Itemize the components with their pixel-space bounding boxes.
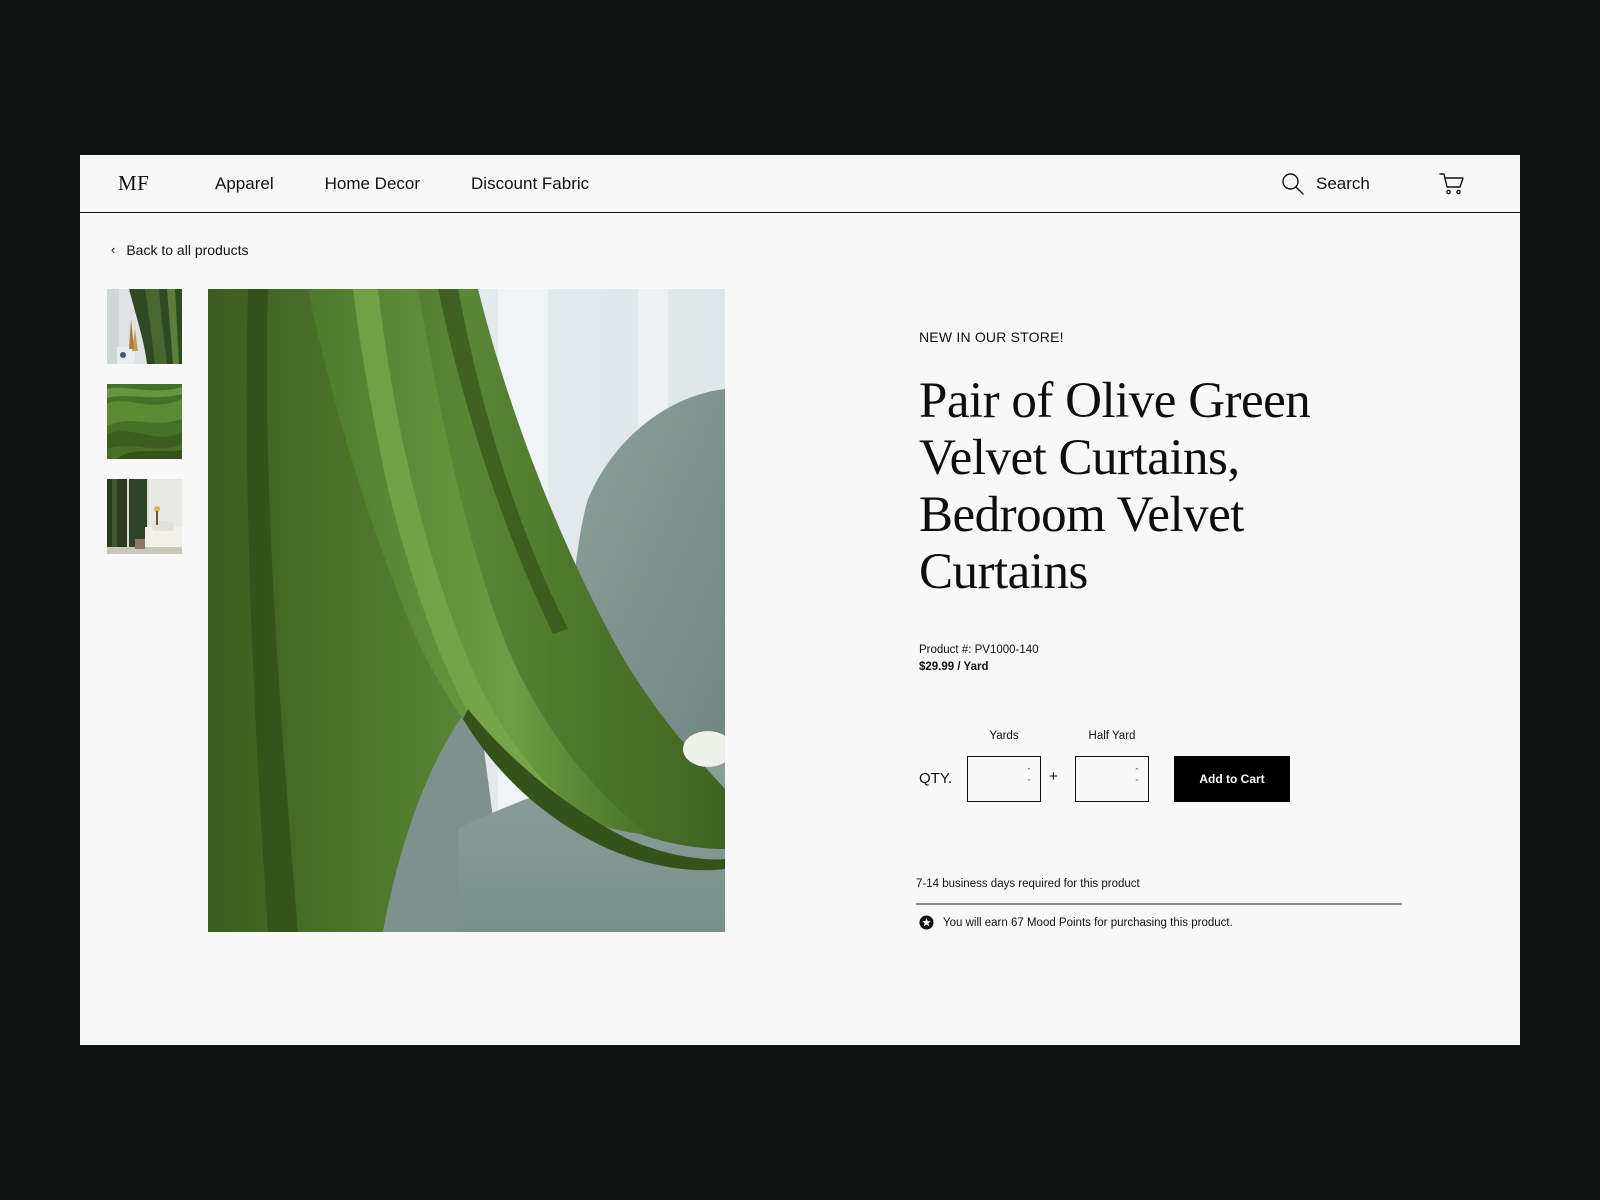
logo[interactable]: MF xyxy=(118,171,149,196)
chevron-down-icon[interactable]: ˇ xyxy=(1024,778,1034,789)
plus-sign: + xyxy=(1049,768,1058,785)
half-yard-input[interactable] xyxy=(1076,757,1136,800)
curtain-room-thumbnail-image xyxy=(107,289,182,364)
qty-label: QTY. xyxy=(919,770,953,787)
product-title: Pair of Olive Green Velvet Curtains, Bed… xyxy=(919,373,1311,600)
living-room-thumbnail-image xyxy=(107,479,182,554)
velvet-curtain-image xyxy=(208,289,725,932)
yards-stepper[interactable]: ˆ ˇ xyxy=(967,756,1041,802)
search-button[interactable]: Search xyxy=(1281,172,1370,196)
star-badge-icon xyxy=(919,915,934,930)
new-badge: NEW IN OUR STORE! xyxy=(919,329,1064,345)
thumbnail-3[interactable] xyxy=(107,479,182,554)
search-icon xyxy=(1282,173,1304,195)
mood-points-note: You will earn 67 Mood Points for purchas… xyxy=(919,915,1233,930)
half-yard-stepper-arrows: ˆ ˇ xyxy=(1132,767,1142,789)
back-to-products-link[interactable]: ‹ Back to all products xyxy=(111,241,249,259)
lead-time-note: 7-14 business days required for this pro… xyxy=(916,878,1140,890)
velvet-closeup-thumbnail-image xyxy=(107,384,182,459)
divider xyxy=(916,903,1402,905)
yards-stepper-arrows: ˆ ˇ xyxy=(1024,767,1034,789)
search-label: Search xyxy=(1316,174,1370,193)
yards-caption: Yards xyxy=(989,730,1019,742)
mood-points-text: You will earn 67 Mood Points for purchas… xyxy=(943,916,1233,929)
main-product-image[interactable] xyxy=(208,289,725,932)
nav-item-home-decor[interactable]: Home Decor xyxy=(325,174,420,194)
product-sku: Product #: PV1000-140 xyxy=(919,644,1039,656)
nav-item-apparel[interactable]: Apparel xyxy=(215,174,274,194)
yards-input[interactable] xyxy=(968,757,1028,800)
chevron-up-icon[interactable]: ˆ xyxy=(1132,767,1142,778)
chevron-left-icon: ‹ xyxy=(111,241,116,257)
back-link-label: Back to all products xyxy=(126,242,249,258)
nav-item-discount-fabric[interactable]: Discount Fabric xyxy=(471,174,589,194)
half-yard-caption: Half Yard xyxy=(1088,730,1136,742)
page-frame: MF Apparel Home Decor Discount Fabric Se… xyxy=(80,155,1520,1045)
chevron-down-icon[interactable]: ˇ xyxy=(1132,778,1142,789)
half-yard-stepper[interactable]: ˆ ˇ xyxy=(1075,756,1149,802)
main-nav: Apparel Home Decor Discount Fabric xyxy=(215,174,640,194)
add-to-cart-button[interactable]: Add to Cart xyxy=(1174,756,1290,802)
site-header: MF Apparel Home Decor Discount Fabric Se… xyxy=(80,155,1520,213)
thumbnail-2[interactable] xyxy=(107,384,182,459)
cart-icon[interactable] xyxy=(1439,172,1465,196)
chevron-up-icon[interactable]: ˆ xyxy=(1024,767,1034,778)
thumbnail-1[interactable] xyxy=(107,289,182,364)
product-price: $29.99 / Yard xyxy=(919,661,989,673)
